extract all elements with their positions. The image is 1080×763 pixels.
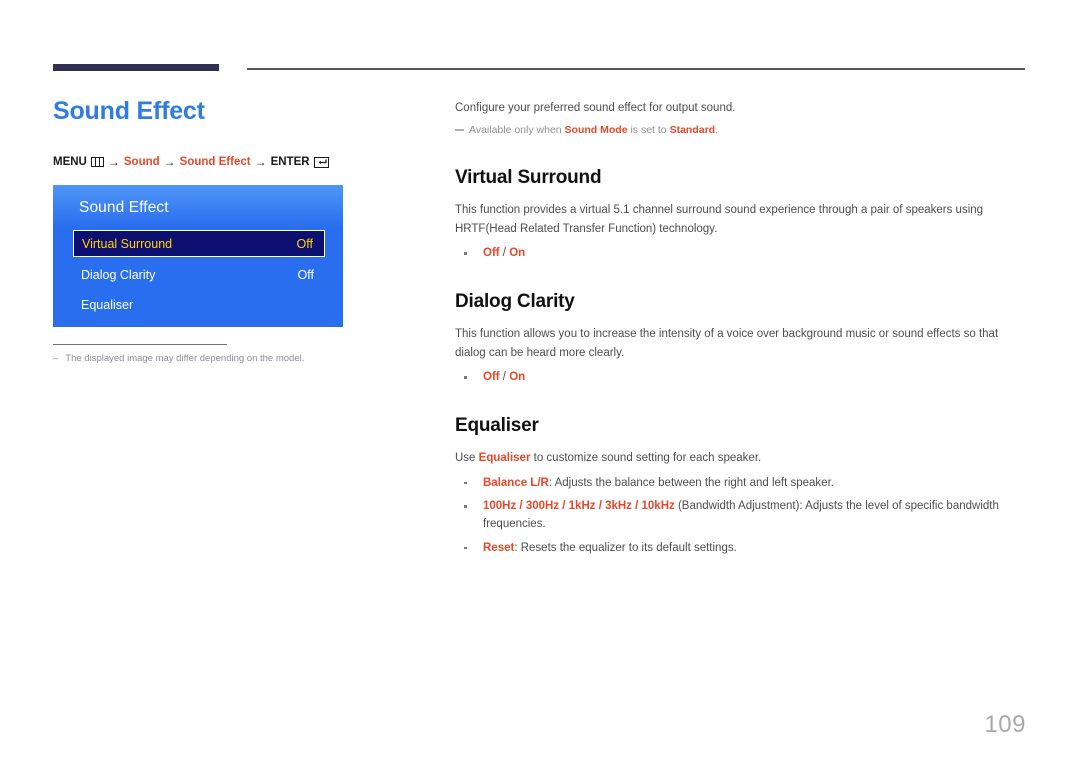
section-heading-equaliser: Equaliser: [455, 414, 539, 436]
osd-row-value: Off: [297, 267, 314, 282]
list-item: 100Hz / 300Hz / 1kHz / 3kHz / 10kHz (Ban…: [455, 497, 1025, 534]
footnote: – The displayed image may differ dependi…: [53, 353, 433, 365]
page-number: 109: [984, 711, 1026, 738]
menu-grid-icon: [90, 157, 104, 167]
breadcrumb-enter-label: ENTER: [270, 156, 310, 168]
note-middle: is set to: [627, 123, 670, 136]
bullet-option-on: On: [509, 371, 526, 384]
section-heading-dialog-clarity: Dialog Clarity: [455, 290, 575, 312]
section-body-equaliser: Use Equaliser to customize sound setting…: [455, 449, 1025, 467]
list-item: Off / On: [455, 368, 1025, 386]
breadcrumb-arrow-1: →: [107, 155, 120, 169]
header-rule-thick: [53, 64, 219, 71]
osd-panel: Sound Effect Virtual Surround Off Dialog…: [53, 185, 343, 327]
bullet-option-on: On: [509, 247, 526, 260]
osd-row-label: Dialog Clarity: [81, 267, 156, 282]
bullet-list-equaliser: Balance L/R: Adjusts the balance between…: [455, 474, 1025, 558]
header-rule-thin: [247, 68, 1025, 70]
footnote-rule: [53, 344, 227, 346]
page-title: Sound Effect: [53, 97, 205, 125]
bullet-option-off: Off: [483, 247, 500, 260]
osd-menu-list: Virtual Surround Off Dialog Clarity Off …: [73, 230, 325, 322]
section-body-dialog-clarity: This function allows you to increase the…: [455, 328, 999, 359]
breadcrumb-item-sound-effect[interactable]: Sound Effect: [180, 156, 251, 168]
bullet-term-reset: Reset: [483, 541, 515, 554]
intro-paragraph: Configure your preferred sound effect fo…: [455, 102, 736, 114]
bullet-list-virtual-surround: Off / On: [455, 244, 1025, 262]
bullet-term-balance: Balance L/R: [483, 476, 549, 489]
bullet-list-dialog-clarity: Off / On: [455, 368, 1025, 386]
breadcrumb-menu-label: MENU: [53, 156, 87, 168]
note-term-sound-mode: Sound Mode: [564, 123, 628, 136]
bullet-separator: /: [499, 371, 510, 384]
osd-row-value: Off: [296, 236, 313, 251]
list-item: Off / On: [455, 244, 1025, 262]
bullet-text: : Adjusts the balance between the right …: [548, 476, 834, 489]
note-dash-icon: [455, 128, 464, 131]
bullet-separator: /: [499, 247, 510, 260]
left-column: Sound Effect MENU → Sound → Sound Effect…: [53, 96, 433, 366]
equaliser-intro-bold: Equaliser: [478, 452, 531, 465]
note-prefix: Available only when: [469, 123, 565, 136]
breadcrumb-item-sound[interactable]: Sound: [124, 156, 160, 168]
osd-row-equaliser[interactable]: Equaliser: [73, 292, 325, 317]
section-heading-virtual-surround: Virtual Surround: [455, 166, 602, 188]
equaliser-intro-post: to customize sound setting for each spea…: [530, 452, 762, 465]
bullet-term-frequencies: 100Hz / 300Hz / 1kHz / 3kHz / 10kHz: [483, 500, 675, 513]
breadcrumb-arrow-2: →: [163, 155, 176, 169]
list-item: Balance L/R: Adjusts the balance between…: [455, 474, 1025, 492]
bullet-option-off: Off: [483, 371, 500, 384]
footnote-dash: –: [53, 353, 59, 365]
enter-return-icon: [313, 156, 329, 168]
note-term-standard: Standard: [669, 123, 716, 136]
breadcrumb-arrow-3: →: [254, 155, 267, 169]
note-text: Available only when Sound Mode is set to…: [469, 123, 718, 139]
right-column: Configure your preferred sound effect fo…: [455, 100, 1025, 557]
availability-note: Available only when Sound Mode is set to…: [455, 123, 1025, 139]
bullet-text: : Resets the equalizer to its default se…: [514, 541, 737, 554]
equaliser-intro-pre: Use: [455, 452, 479, 465]
list-item: Reset: Resets the equalizer to its defau…: [455, 539, 1025, 557]
osd-row-label: Equaliser: [81, 297, 134, 312]
note-suffix: .: [715, 123, 718, 136]
osd-row-label: Virtual Surround: [82, 236, 173, 251]
osd-panel-title: Sound Effect: [79, 199, 169, 216]
footnote-text: The displayed image may differ depending…: [65, 353, 305, 365]
section-body-virtual-surround: This function provides a virtual 5.1 cha…: [455, 204, 984, 235]
osd-row-dialog-clarity[interactable]: Dialog Clarity Off: [73, 262, 325, 287]
osd-row-virtual-surround[interactable]: Virtual Surround Off: [73, 230, 325, 257]
breadcrumb: MENU → Sound → Sound Effect → ENTER: [53, 155, 433, 169]
